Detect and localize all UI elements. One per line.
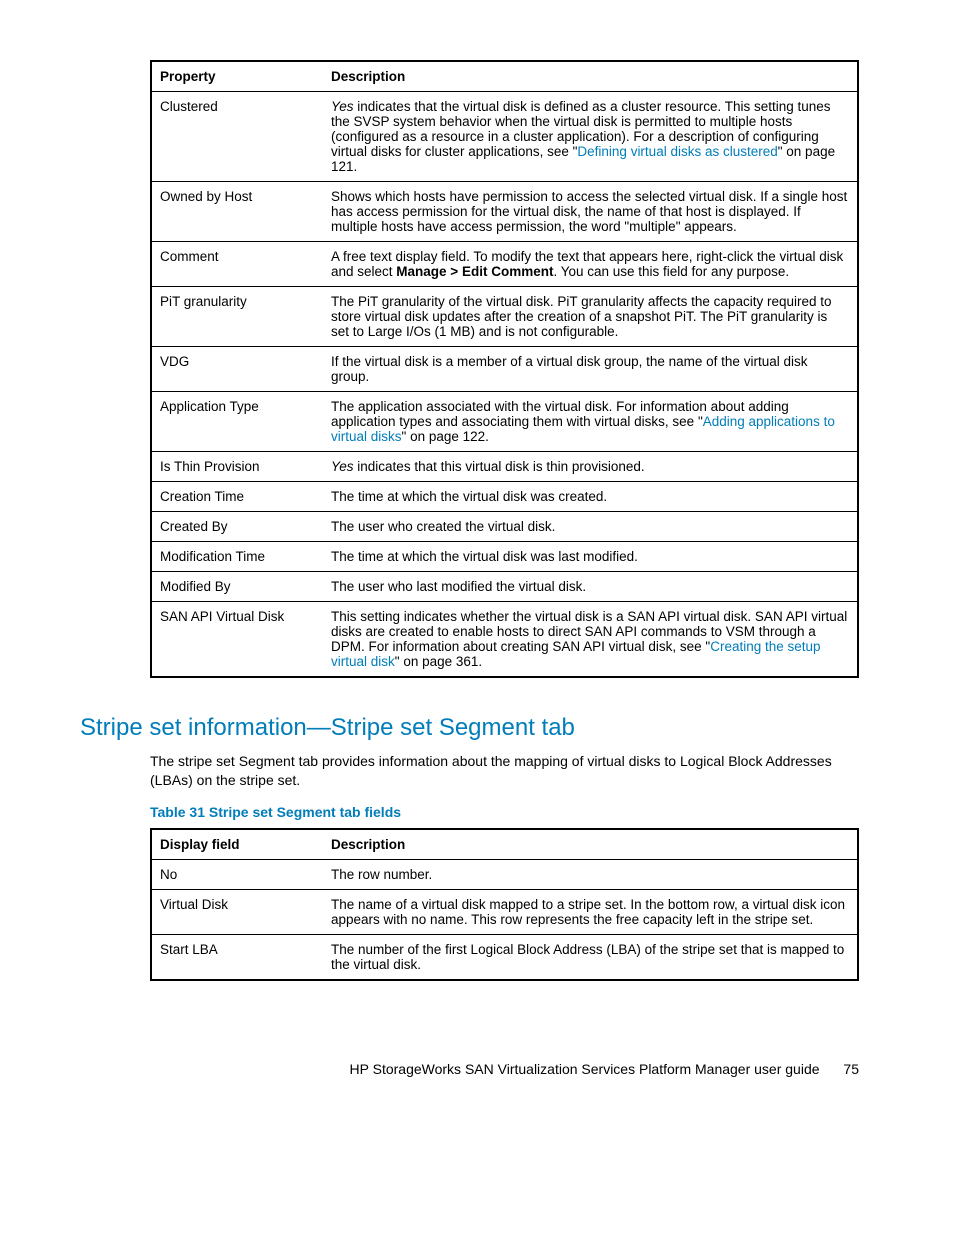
segment-table: Display field Description No The row num… (150, 828, 859, 981)
desc-cell: Yes indicates that the virtual disk is d… (323, 92, 858, 182)
prop-cell: SAN API Virtual Disk (151, 602, 323, 678)
desc-cell: Yes indicates that this virtual disk is … (323, 452, 858, 482)
table-row: Modification Time The time at which the … (151, 542, 858, 572)
prop-cell: Clustered (151, 92, 323, 182)
table-row: SAN API Virtual Disk This setting indica… (151, 602, 858, 678)
prop-cell: Comment (151, 242, 323, 287)
col-header-property: Property (151, 61, 323, 92)
property-table: Property Description Clustered Yes indic… (150, 60, 859, 678)
table-row: Application Type The application associa… (151, 392, 858, 452)
prop-cell: PiT granularity (151, 287, 323, 347)
link-defining-virtual-disks[interactable]: Defining virtual disks as clustered (577, 144, 777, 159)
page-footer: HP StorageWorks SAN Virtualization Servi… (80, 1061, 859, 1077)
page-number: 75 (843, 1061, 859, 1077)
table-caption: Table 31 Stripe set Segment tab fields (150, 804, 859, 820)
table-row: Created By The user who created the virt… (151, 512, 858, 542)
table-row: Is Thin Provision Yes indicates that thi… (151, 452, 858, 482)
table-row: Comment A free text display field. To mo… (151, 242, 858, 287)
desc-cell: The user who created the virtual disk. (323, 512, 858, 542)
desc-cell: Shows which hosts have permission to acc… (323, 182, 858, 242)
col-header-description: Description (323, 61, 858, 92)
prop-cell: Modified By (151, 572, 323, 602)
desc-cell: If the virtual disk is a member of a vir… (323, 347, 858, 392)
desc-cell: The user who last modified the virtual d… (323, 572, 858, 602)
prop-cell: Is Thin Provision (151, 452, 323, 482)
section-heading: Stripe set information—Stripe set Segmen… (80, 714, 859, 742)
desc-cell: A free text display field. To modify the… (323, 242, 858, 287)
table-row: Modified By The user who last modified t… (151, 572, 858, 602)
section-body: The stripe set Segment tab provides info… (150, 752, 859, 790)
table-row: Virtual Disk The name of a virtual disk … (151, 889, 858, 934)
desc-cell: The number of the first Logical Block Ad… (323, 934, 858, 980)
table-row: PiT granularity The PiT granularity of t… (151, 287, 858, 347)
table-row: VDG If the virtual disk is a member of a… (151, 347, 858, 392)
footer-title: HP StorageWorks SAN Virtualization Servi… (350, 1061, 820, 1077)
desc-cell: The time at which the virtual disk was c… (323, 482, 858, 512)
prop-cell: Modification Time (151, 542, 323, 572)
desc-cell: The row number. (323, 859, 858, 889)
desc-cell: The PiT granularity of the virtual disk.… (323, 287, 858, 347)
col-header-display-field: Display field (151, 829, 323, 860)
desc-cell: The application associated with the virt… (323, 392, 858, 452)
prop-cell: Virtual Disk (151, 889, 323, 934)
prop-cell: VDG (151, 347, 323, 392)
prop-cell: Creation Time (151, 482, 323, 512)
table-row: No The row number. (151, 859, 858, 889)
desc-cell: The name of a virtual disk mapped to a s… (323, 889, 858, 934)
prop-cell: No (151, 859, 323, 889)
prop-cell: Owned by Host (151, 182, 323, 242)
col-header-description: Description (323, 829, 858, 860)
table-row: Clustered Yes indicates that the virtual… (151, 92, 858, 182)
table-row: Creation Time The time at which the virt… (151, 482, 858, 512)
table-row: Owned by Host Shows which hosts have per… (151, 182, 858, 242)
desc-cell: This setting indicates whether the virtu… (323, 602, 858, 678)
prop-cell: Start LBA (151, 934, 323, 980)
table-row: Start LBA The number of the first Logica… (151, 934, 858, 980)
desc-cell: The time at which the virtual disk was l… (323, 542, 858, 572)
prop-cell: Created By (151, 512, 323, 542)
prop-cell: Application Type (151, 392, 323, 452)
